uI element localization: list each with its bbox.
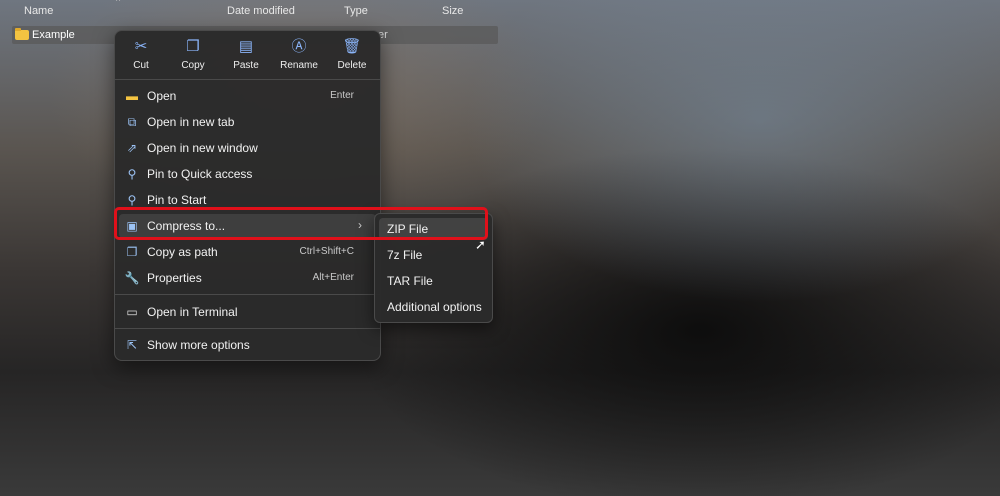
paste-icon: ▤ <box>238 38 254 55</box>
folder-icon <box>15 28 29 40</box>
copy-icon: ❐ <box>186 38 200 55</box>
menu-separator <box>115 294 380 295</box>
menu-item-properties[interactable]: 🔧 Properties Alt+Enter <box>119 266 376 290</box>
menu-item-copy-as-path[interactable]: ❐ Copy as path Ctrl+Shift+C <box>119 240 376 264</box>
pin-icon: ⚲ <box>127 167 137 181</box>
terminal-icon: ▭ <box>126 305 138 319</box>
menu-item-label: Copy as path <box>147 245 218 259</box>
submenu-item-7z-file[interactable]: 7z File <box>379 244 488 266</box>
cut-label: Cut <box>133 60 149 71</box>
wrench-icon: 🔧 <box>124 271 140 285</box>
trash-icon: 🗑 <box>342 38 362 55</box>
menu-item-pin-quick-access[interactable]: ⚲ Pin to Quick access <box>119 162 376 186</box>
paste-label: Paste <box>233 60 259 71</box>
menu-item-shortcut: Alt+Enter <box>312 272 354 283</box>
copy-path-icon: ❐ <box>126 245 138 259</box>
context-menu: ✂ Cut ❐ Copy ▤ Paste Ⓐ Rename 🗑 Delete ▬… <box>114 30 381 361</box>
menu-item-open-new-tab[interactable]: ⧉ Open in new tab <box>119 110 376 134</box>
menu-item-shortcut: Ctrl+Shift+C <box>299 246 354 257</box>
highlight-annotation <box>114 207 488 240</box>
menu-item-show-more-options[interactable]: ⇱ Show more options <box>119 333 376 357</box>
more-options-icon: ⇱ <box>126 338 138 352</box>
cut-button[interactable]: ✂ Cut <box>116 37 166 75</box>
rename-button[interactable]: Ⓐ Rename <box>274 37 324 75</box>
menu-item-open-in-terminal[interactable]: ▭ Open in Terminal <box>119 300 376 324</box>
rename-icon: Ⓐ <box>291 38 307 55</box>
delete-button[interactable]: 🗑 Delete <box>327 37 377 75</box>
pin-icon: ⚲ <box>127 193 137 207</box>
menu-item-label: Pin to Quick access <box>147 167 253 181</box>
column-header-name[interactable]: Name <box>24 5 53 17</box>
submenu-item-label: Additional options <box>387 300 482 314</box>
context-menu-quick-actions: ✂ Cut ❐ Copy ▤ Paste Ⓐ Rename 🗑 Delete <box>115 31 380 80</box>
rename-label: Rename <box>280 60 318 71</box>
submenu-item-tar-file[interactable]: TAR File <box>379 270 488 292</box>
mouse-cursor-icon: ➚ <box>475 237 486 252</box>
delete-label: Delete <box>337 60 367 71</box>
menu-item-label: Show more options <box>147 338 250 352</box>
menu-item-open[interactable]: ▬ Open Enter <box>119 84 376 108</box>
menu-item-label: Open <box>147 89 177 103</box>
menu-item-label: Properties <box>147 271 202 285</box>
submenu-item-label: 7z File <box>387 248 423 262</box>
column-header-date-modified[interactable]: Date modified <box>227 5 295 17</box>
menu-item-label: Pin to Start <box>147 193 207 207</box>
file-list-header: Name ^ Date modified Type Size <box>0 0 1000 24</box>
file-name: Example <box>32 29 75 41</box>
menu-item-label: Open in new window <box>147 141 258 155</box>
menu-item-label: Open in Terminal <box>147 305 238 319</box>
column-header-size[interactable]: Size <box>442 5 463 17</box>
menu-separator <box>115 328 380 329</box>
new-tab-icon: ⧉ <box>127 115 137 129</box>
copy-label: Copy <box>181 60 205 71</box>
menu-item-open-new-window[interactable]: ⇗ Open in new window <box>119 136 376 160</box>
scissors-icon: ✂ <box>134 38 148 55</box>
submenu-item-label: TAR File <box>387 274 433 288</box>
column-header-type[interactable]: Type <box>344 5 368 17</box>
copy-button[interactable]: ❐ Copy <box>168 37 218 75</box>
paste-button[interactable]: ▤ Paste <box>221 37 271 75</box>
new-window-icon: ⇗ <box>126 141 138 155</box>
folder-open-icon: ▬ <box>126 89 138 103</box>
submenu-item-additional-options[interactable]: Additional options <box>379 296 488 318</box>
sort-caret-icon: ^ <box>116 0 121 6</box>
menu-item-label: Open in new tab <box>147 115 235 129</box>
menu-item-shortcut: Enter <box>330 90 354 101</box>
